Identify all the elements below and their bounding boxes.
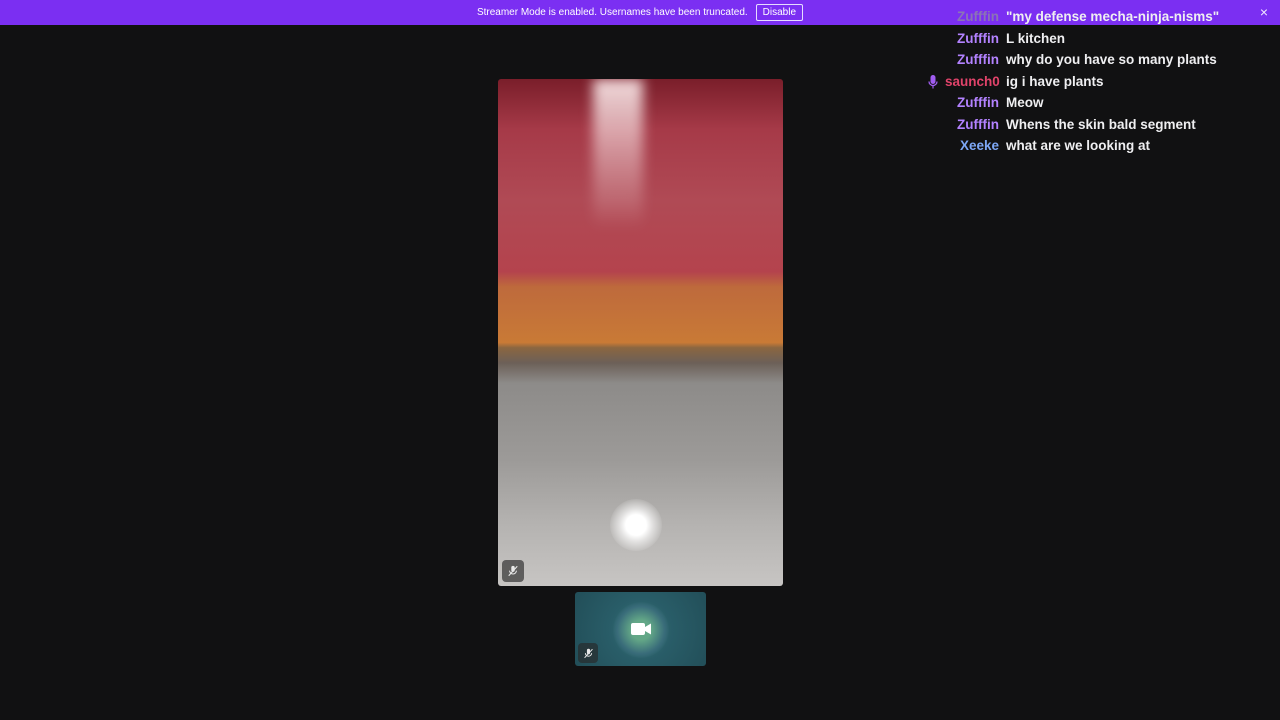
chat-message: Zufffin Whens the skin bald segment	[928, 114, 1268, 136]
thumbnail-video-feed[interactable]	[575, 592, 706, 666]
main-video-feed[interactable]	[498, 79, 783, 586]
chat-username[interactable]: Zufffin	[928, 31, 1006, 46]
chat-text: why do you have so many plants	[1006, 52, 1217, 68]
chat-message: Zufffin why do you have so many plants	[928, 49, 1268, 71]
chat-text: what are we looking at	[1006, 138, 1151, 154]
chat-username[interactable]: Zufffin	[928, 9, 1006, 24]
video-camera-icon[interactable]	[630, 621, 652, 637]
disable-streamer-mode-button[interactable]: Disable	[755, 4, 804, 21]
chat-username[interactable]: Zufffin	[928, 95, 1006, 110]
microphone-muted-icon[interactable]	[502, 560, 524, 582]
chat-username[interactable]: saunch0	[928, 74, 1006, 89]
chat-message: saunch0 ig i have plants	[928, 71, 1268, 93]
light-streak	[593, 79, 643, 229]
chat-username[interactable]: Xeeke	[928, 138, 1006, 153]
chat-text: ig i have plants	[1006, 73, 1104, 89]
microphone-icon	[928, 74, 938, 89]
streamer-mode-text: Streamer Mode is enabled. Usernames have…	[476, 7, 748, 18]
chat-message: Zufffin Meow	[928, 92, 1268, 114]
chat-message: Xeeke what are we looking at	[928, 135, 1268, 157]
chat-text: Meow	[1006, 95, 1044, 111]
chat-message: Zufffin "my defense mecha-ninja-nisms"	[928, 6, 1268, 28]
chat-message: Zufffin L kitchen	[928, 28, 1268, 50]
chat-overlay: Zufffin "my defense mecha-ninja-nisms" Z…	[928, 6, 1268, 157]
chat-text: L kitchen	[1006, 30, 1066, 46]
chat-username[interactable]: Zufffin	[928, 52, 1006, 67]
chat-username[interactable]: Zufffin	[928, 117, 1006, 132]
chat-text: "my defense mecha-ninja-nisms"	[1006, 9, 1220, 25]
chat-username-text: saunch0	[945, 73, 1000, 89]
microphone-muted-icon[interactable]	[578, 643, 598, 663]
chat-text: Whens the skin bald segment	[1006, 116, 1196, 132]
light-glow	[610, 499, 662, 551]
